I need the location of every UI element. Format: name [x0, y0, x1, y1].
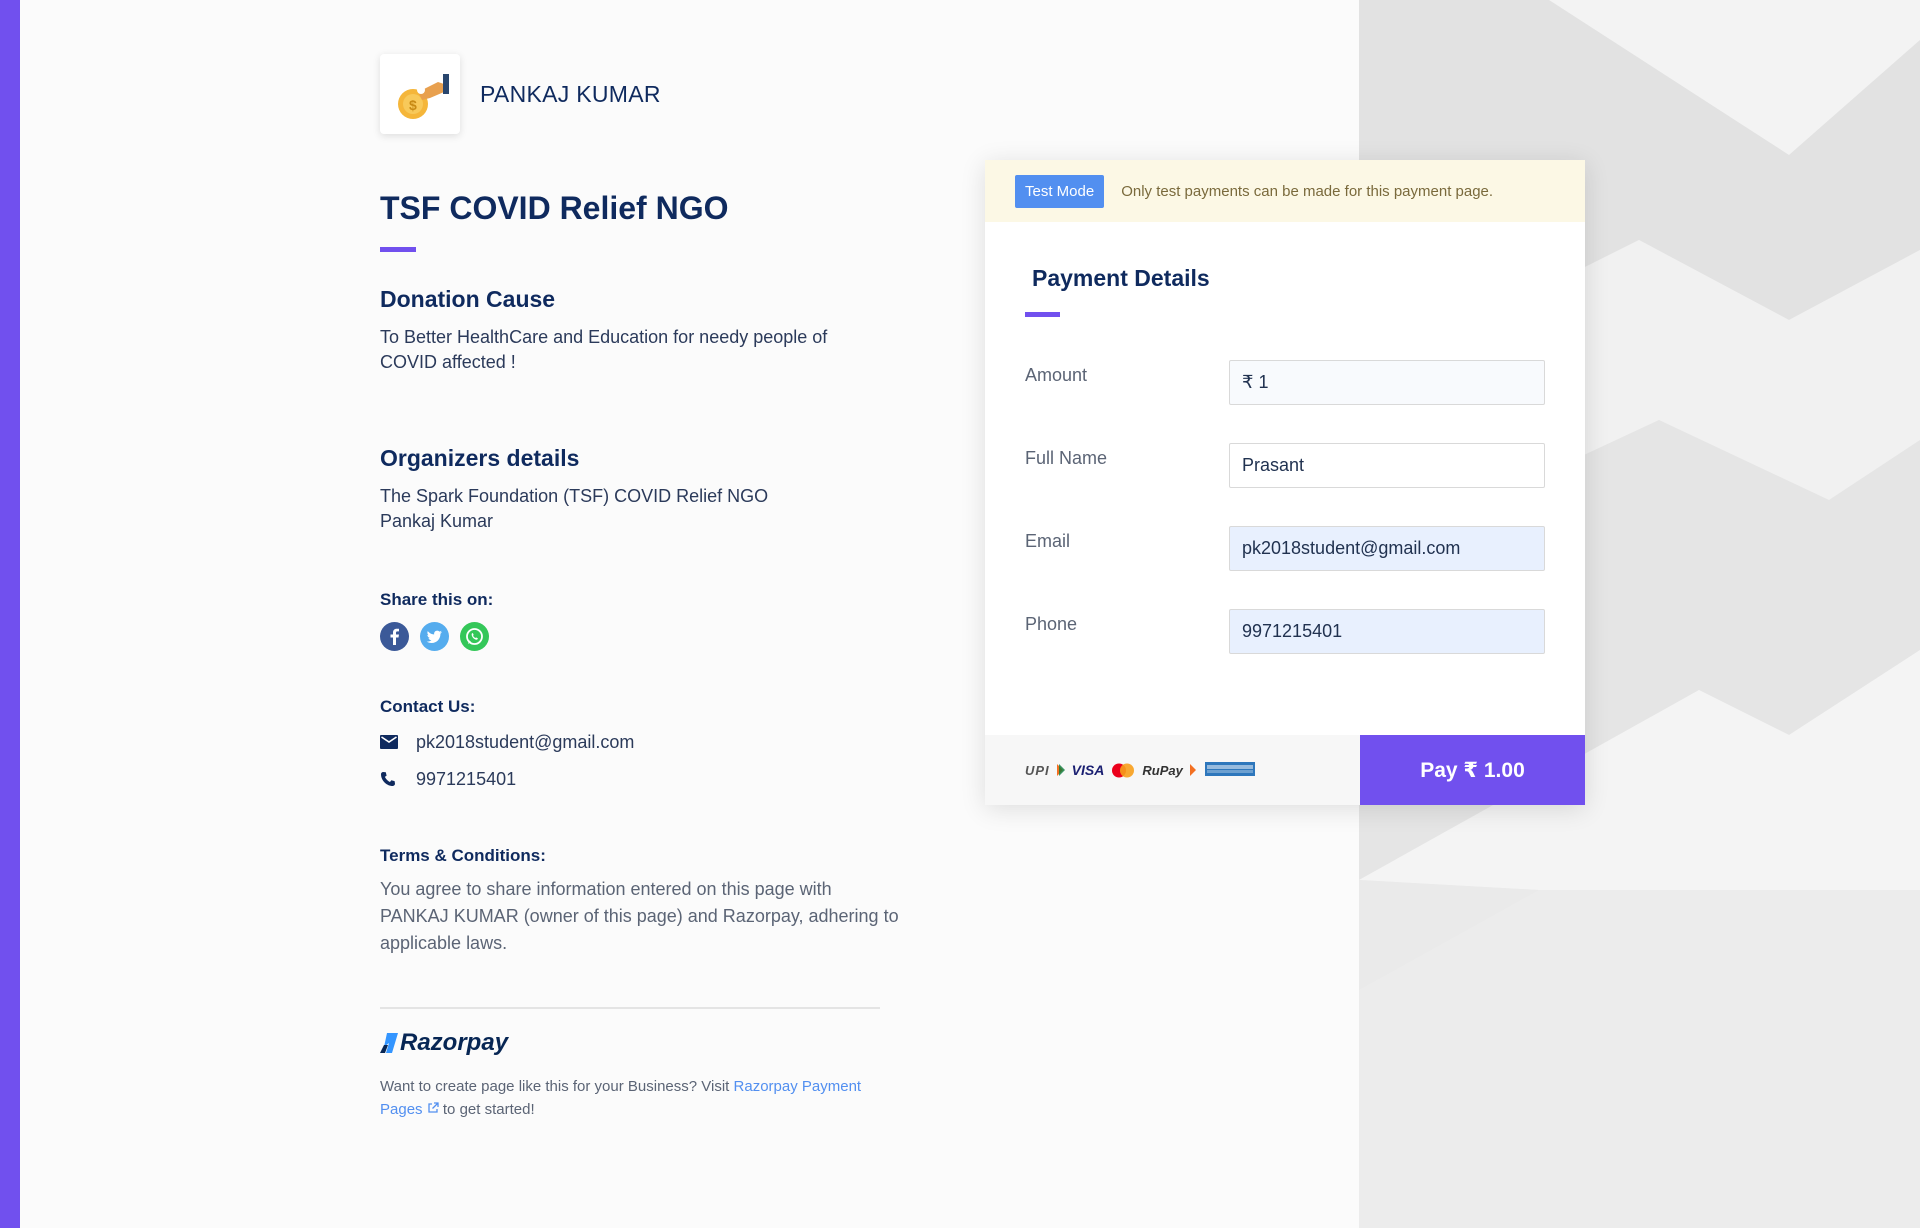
phone-field: Phone 9971215401 [1025, 609, 1545, 654]
page-info-column: $ PANKAJ KUMAR TSF COVID Relief NGO Dona… [380, 54, 899, 1121]
razorpay-mark-icon [380, 1033, 398, 1053]
payment-methods: UPI VISA RuPay [985, 735, 1360, 805]
full-name-field: Full Name Prasant [1025, 443, 1545, 488]
external-link-icon [428, 1102, 439, 1113]
phone-label: Phone [1025, 614, 1078, 634]
test-mode-banner: Test Mode Only test payments can be made… [985, 160, 1585, 222]
contact-title: Contact Us: [380, 697, 476, 716]
full-name-input[interactable]: Prasant [1229, 443, 1545, 488]
donation-cause-title: Donation Cause [380, 286, 556, 312]
share-title: Share this on: [380, 590, 494, 609]
contact-phone[interactable]: 9971215401 [416, 769, 516, 790]
payment-details-underline [1025, 312, 1060, 317]
payment-details-title: Payment Details [1032, 265, 1210, 291]
terms-text: You agree to share information entered o… [380, 879, 899, 953]
email-field: Email pk2018student@gmail.com [1025, 526, 1545, 571]
org-header: $ PANKAJ KUMAR [380, 54, 880, 134]
organizer-line: The Spark Foundation (TSF) COVID Relief … [380, 486, 769, 506]
footer-text-before: Want to create page like this for your B… [380, 1078, 734, 1095]
payment-form: Payment Details Amount ₹ 1 Full Name Pra… [985, 265, 1585, 654]
donation-hand-icon: $ [380, 54, 460, 134]
organizer-line: Pankaj Kumar [380, 511, 494, 531]
razorpay-brand: Razorpay [400, 1029, 509, 1056]
footer-text-after: to get started! [438, 1101, 535, 1118]
footer-text: Want to create page like this for your B… [380, 1075, 890, 1121]
phone-icon [380, 771, 416, 787]
payment-card: Test Mode Only test payments can be made… [985, 160, 1585, 805]
card-footer: UPI VISA RuPay Pay ₹ 1.00 [985, 735, 1585, 805]
donation-cause-text: To Better HealthCare and Education for n… [380, 327, 828, 372]
upi-logo: UPI [1025, 762, 1050, 778]
mastercard-icon [1111, 763, 1135, 778]
organizers-details: The Spark Foundation (TSF) COVID Relief … [380, 484, 880, 534]
email-label: Email [1025, 531, 1071, 551]
amount-field: Amount ₹ 1 [1025, 360, 1545, 405]
organizers-title: Organizers details [380, 445, 580, 471]
razorpay-logo[interactable]: Razorpay [380, 1029, 880, 1057]
amount-input[interactable]: ₹ 1 [1229, 360, 1545, 405]
title-underline [380, 247, 416, 252]
amount-label: Amount [1025, 365, 1088, 385]
whatsapp-icon[interactable] [460, 622, 489, 651]
contact-email-row: pk2018student@gmail.com [380, 731, 880, 753]
pay-button[interactable]: Pay ₹ 1.00 [1360, 735, 1585, 805]
terms-title: Terms & Conditions: [380, 846, 546, 865]
page-title: TSF COVID Relief NGO [380, 190, 729, 226]
full-name-label: Full Name [1025, 448, 1108, 468]
phone-input[interactable]: 9971215401 [1229, 609, 1545, 654]
rupay-arrow-icon [1189, 764, 1196, 776]
mail-icon [380, 735, 416, 749]
upi-arrow-icon [1056, 764, 1065, 776]
test-mode-badge: Test Mode [1015, 174, 1105, 208]
share-icons [380, 622, 880, 651]
org-name: PANKAJ KUMAR [480, 80, 661, 107]
divider [380, 1007, 880, 1009]
visa-logo: VISA [1071, 762, 1105, 778]
svg-text:$: $ [409, 97, 417, 113]
rupay-logo: RuPay [1142, 762, 1183, 778]
facebook-icon[interactable] [380, 622, 409, 651]
american-express-icon [1204, 761, 1255, 779]
test-mode-text: Only test payments can be made for this … [1121, 182, 1494, 200]
contact-phone-row: 9971215401 [380, 768, 880, 790]
email-input[interactable]: pk2018student@gmail.com [1229, 526, 1545, 571]
twitter-icon[interactable] [420, 622, 449, 651]
contact-email[interactable]: pk2018student@gmail.com [416, 732, 634, 753]
left-accent-bar [0, 0, 20, 1228]
